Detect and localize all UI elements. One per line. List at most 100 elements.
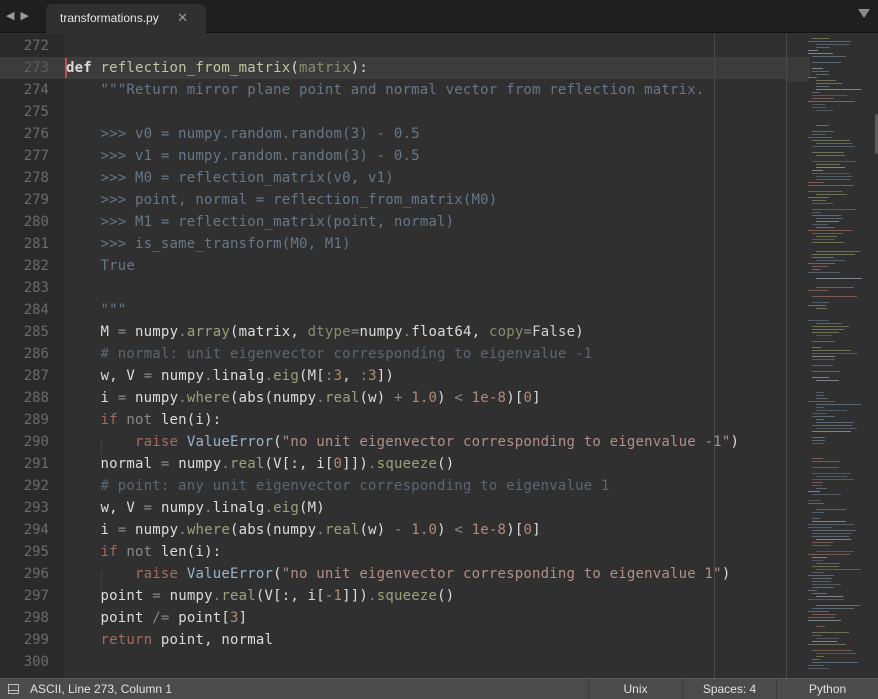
line-number: 284 xyxy=(23,302,49,318)
tab-navigation: ◀ ▶ xyxy=(6,9,29,22)
minimap-line xyxy=(816,236,837,237)
minimap-line xyxy=(816,110,833,111)
minimap-line xyxy=(812,173,850,174)
code-line[interactable]: 285 M = numpy.array(matrix, dtype=numpy.… xyxy=(0,321,810,343)
code-text: w, V = numpy.linalg.eig(M[:3, :3]) xyxy=(66,368,395,384)
code-line[interactable]: 274 """Return mirror plane point and nor… xyxy=(0,79,810,101)
minimap-line xyxy=(812,659,820,660)
minimap-line xyxy=(808,182,824,183)
code-line[interactable]: 295 if not len(i): xyxy=(0,541,810,563)
minimap-line xyxy=(808,500,821,501)
code-line[interactable]: 291 normal = numpy.real(V[:, i[0]]).sque… xyxy=(0,453,810,475)
minimap-line xyxy=(812,566,839,567)
indentation-selector[interactable]: Spaces: 4 xyxy=(682,679,776,699)
code-line[interactable]: 276 >>> v0 = numpy.random.random(3) - 0.… xyxy=(0,123,810,145)
minimap-line xyxy=(812,98,834,99)
line-number: 298 xyxy=(23,610,49,626)
code-line[interactable]: 299 return point, normal xyxy=(0,629,810,651)
minimap-line xyxy=(812,359,835,360)
line-number: 297 xyxy=(23,588,49,604)
code-line[interactable]: 283 xyxy=(0,277,810,299)
minimap-line xyxy=(812,512,824,513)
code-line[interactable]: 289 if not len(i): xyxy=(0,409,810,431)
minimap-line xyxy=(816,251,860,252)
forward-arrow-icon[interactable]: ▶ xyxy=(20,9,28,22)
minimap-line xyxy=(816,596,843,597)
code-line[interactable]: 272 xyxy=(0,35,810,57)
console-panel-icon[interactable] xyxy=(8,684,19,694)
minimap-line xyxy=(812,95,847,96)
minimap-line xyxy=(812,134,826,135)
back-arrow-icon[interactable]: ◀ xyxy=(6,9,14,22)
code-line[interactable]: 296 raise ValueError("no unit eigenvecto… xyxy=(0,563,810,585)
code-line[interactable]: 279 >>> point, normal = reflection_from_… xyxy=(0,189,810,211)
code-line[interactable]: 278 >>> M0 = reflection_matrix(v0, v1) xyxy=(0,167,810,189)
code-text: normal = numpy.real(V[:, i[0]]).squeeze(… xyxy=(66,456,455,472)
code-line[interactable]: 286 # normal: unit eigenvector correspon… xyxy=(0,343,810,365)
minimap-line xyxy=(816,74,829,75)
minimap-line xyxy=(812,356,835,357)
code-line[interactable]: 293 w, V = numpy.linalg.eig(M) xyxy=(0,497,810,519)
code-line[interactable]: 297 point = numpy.real(V[:, i[-1]]).sque… xyxy=(0,585,810,607)
code-line[interactable]: 287 w, V = numpy.linalg.eig(M[:3, :3]) xyxy=(0,365,810,387)
line-number: 299 xyxy=(23,632,49,648)
minimap-line xyxy=(812,461,840,462)
minimap[interactable] xyxy=(808,34,870,678)
minimap-line xyxy=(812,578,832,579)
code-line[interactable]: 294 i = numpy.where(abs(numpy.real(w) - … xyxy=(0,519,810,541)
minimap-line xyxy=(812,521,846,522)
minimap-line xyxy=(816,164,840,165)
minimap-line xyxy=(808,230,852,231)
minimap-line xyxy=(816,638,839,639)
minimap-line xyxy=(808,263,835,264)
minimap-line xyxy=(812,593,827,594)
minimap-line xyxy=(812,473,851,474)
code-text: >>> point, normal = reflection_from_matr… xyxy=(66,192,498,208)
tab-transformations-py[interactable]: transformations.py ✕ xyxy=(46,4,206,34)
minimap-line xyxy=(812,443,824,444)
line-number: 296 xyxy=(23,566,49,582)
code-line[interactable]: 298 point /= point[3] xyxy=(0,607,810,629)
syntax-selector[interactable]: Python xyxy=(776,679,878,699)
minimap-line xyxy=(816,476,847,477)
current-line[interactable]: 273 def reflection_from_matrix(matrix): xyxy=(0,57,810,79)
minimap-line xyxy=(816,227,835,228)
minimap-line xyxy=(808,41,851,42)
code-line[interactable]: 277 >>> v1 = numpy.random.random(3) - 0.… xyxy=(0,145,810,167)
code-line[interactable]: 282 True xyxy=(0,255,810,277)
minimap-line xyxy=(812,440,825,441)
minimap-line xyxy=(812,254,855,255)
minimap-line xyxy=(816,194,847,195)
code-text: True xyxy=(66,258,136,274)
code-line[interactable]: 280 >>> M1 = reflection_matrix(point, no… xyxy=(0,211,810,233)
line-endings-selector[interactable]: Unix xyxy=(588,679,682,699)
close-tab-icon[interactable]: ✕ xyxy=(177,10,188,26)
code-line[interactable]: 290 raise ValueError("no unit eigenvecto… xyxy=(0,431,810,453)
code-line[interactable]: 288 i = numpy.where(abs(numpy.real(w) + … xyxy=(0,387,810,409)
line-number: 278 xyxy=(23,170,49,186)
line-number: 293 xyxy=(23,500,49,516)
code-editor[interactable]: 272 273 def reflection_from_matrix(matrix)… xyxy=(0,34,878,678)
minimap-line xyxy=(808,53,833,54)
minimap-line xyxy=(812,92,820,93)
line-number: 275 xyxy=(23,104,49,120)
minimap-line xyxy=(812,584,841,585)
minimap-line xyxy=(812,269,820,270)
code-text: raise ValueError("no unit eigenvector co… xyxy=(66,434,740,450)
minimap-line xyxy=(816,335,832,336)
minimap-line xyxy=(816,398,828,399)
minimap-line xyxy=(816,407,824,408)
tab-menu-dropdown-icon[interactable] xyxy=(858,9,870,18)
minimap-line xyxy=(812,38,829,39)
code-line[interactable]: 281 >>> is_same_transform(M0, M1) xyxy=(0,233,810,255)
code-line[interactable]: 284 """ xyxy=(0,299,810,321)
minimap-line xyxy=(812,140,850,141)
minimap-line xyxy=(812,413,827,414)
line-number: 276 xyxy=(23,126,49,142)
minimap-line xyxy=(808,617,835,618)
code-line[interactable]: 300 xyxy=(0,651,810,673)
minimap-line xyxy=(812,608,854,609)
code-line[interactable]: 275 xyxy=(0,101,810,123)
code-line[interactable]: 292 # point: any unit eigenvector corres… xyxy=(0,475,810,497)
minimap-line xyxy=(808,191,842,192)
